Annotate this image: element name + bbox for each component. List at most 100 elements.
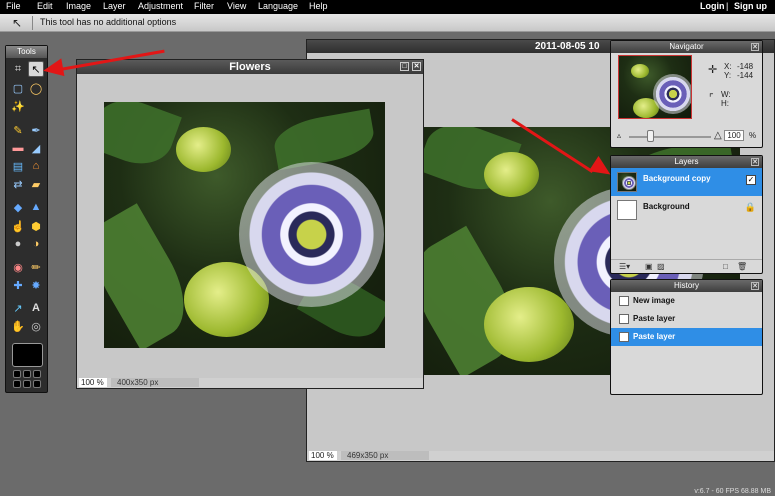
layer-thumbnail [617,172,637,192]
flowers-window-titlebar[interactable]: Flowers □ ✕ [77,60,423,74]
flowers-image-window[interactable]: Flowers □ ✕ 100 % 400x350 px [76,59,424,389]
magic-wand-icon[interactable]: ✨ [10,98,26,114]
drawing-tool-icon[interactable]: ▰ [28,176,44,192]
navigator-zoom-unit: % [749,131,757,140]
flowers-size-label: 400x350 px [111,378,199,387]
new-layer-icon[interactable]: □ [723,262,728,271]
bucket-tool-icon[interactable]: ◢ [28,140,44,156]
pencil-tool-icon[interactable]: ✎ [10,122,26,138]
delete-layer-icon[interactable]: 🗑 [737,262,747,271]
menu-bar: File Edit Image Layer Adjustment Filter … [0,0,775,14]
tools-panel-title: Tools [6,46,47,58]
marquee-tool-icon[interactable]: ▢ [10,80,26,96]
history-label: New image [633,296,675,305]
history-label: Paste layer [633,314,676,323]
history-item[interactable]: Paste layer [611,310,762,328]
sponge-tool-icon[interactable]: ⬢ [28,218,44,234]
zoom-tool-icon[interactable]: ◎ [28,318,44,334]
flowers-window-title: Flowers [229,61,271,73]
swatch-dot[interactable] [23,370,31,378]
red-eye-tool-icon[interactable]: ◉ [10,259,26,275]
navigator-x-label: X: [724,62,732,71]
menu-language[interactable]: Language [258,1,298,11]
background-zoom-input[interactable]: 100 % [309,451,337,460]
type-tool-icon[interactable]: A [28,300,44,316]
signup-link[interactable]: Sign up [734,1,767,11]
close-icon[interactable]: ✕ [412,62,421,71]
layer-thumbnail [617,200,637,220]
layer-style-icon[interactable]: ▣ [645,262,653,271]
navigator-title: Navigator ✕ [611,41,762,53]
color-swatch[interactable] [12,343,43,367]
burn-tool-icon[interactable]: ◑ [28,236,44,252]
swatch-dot[interactable] [23,380,31,388]
close-icon[interactable]: ✕ [751,282,759,290]
navigator-y-label: Y: [724,71,732,80]
options-divider [32,16,33,30]
navigator-x-value: -148 [737,62,754,71]
menu-help[interactable]: Help [309,1,328,11]
swatch-dot[interactable] [33,370,41,378]
navigator-w-label: W: [721,90,731,99]
swatch-dot[interactable] [13,370,21,378]
menu-layer[interactable]: Layer [103,1,126,11]
annotation-arrowhead [41,58,65,80]
layer-row[interactable]: Background 🔒 [611,196,762,224]
crosshair-icon: ✛ [708,64,718,76]
lock-icon: 🔒 [744,202,756,212]
layer-visible-checkbox[interactable]: ✓ [746,175,756,185]
menu-adjustment[interactable]: Adjustment [138,1,183,11]
swatch-dot[interactable] [13,380,21,388]
smudge-tool-icon[interactable]: ☝ [10,218,26,234]
dodge-tool-icon[interactable]: ● [10,236,26,252]
gradient-tool-icon[interactable]: ▤ [10,158,26,174]
pinch-tool-icon[interactable]: ✸ [28,277,44,293]
menu-edit[interactable]: Edit [37,1,53,11]
move-tool-icon: ↖ [12,16,23,30]
tool-options-bar: ↖ This tool has no additional options [0,14,775,32]
layers-panel: Layers ✕ Background copy ✓ Background 🔒 … [610,155,763,274]
maximize-icon[interactable]: □ [400,62,409,71]
layer-options-icon[interactable]: ☰▾ [619,262,630,271]
background-size-label: 469x350 px [341,451,429,460]
flowers-photo[interactable] [104,102,385,348]
layers-title: Layers ✕ [611,156,762,168]
spot-heal-icon[interactable]: ✚ [10,277,26,293]
flowers-window-statusbar: 100 % 400x350 px [77,378,423,388]
picker-tool-icon[interactable]: ↗ [10,300,26,316]
swatch-dot[interactable] [33,380,41,388]
menu-image[interactable]: Image [66,1,91,11]
navigator-thumbnail[interactable] [618,55,692,119]
brush-tool-icon[interactable]: ✒ [28,122,44,138]
menu-file[interactable]: File [6,1,21,11]
status-footer: v:6.7 - 60 FPS 68.88 MB [694,488,771,495]
flowers-zoom-input[interactable]: 100 % [79,378,107,387]
crop-tool-icon[interactable]: ⌗ [10,61,26,77]
navigator-zoom-input[interactable]: 100 [724,130,744,141]
zoom-out-icon[interactable]: ▵ [617,131,621,140]
history-item[interactable]: Paste layer [611,328,762,346]
eraser-tool-icon[interactable]: ▬ [10,140,26,156]
bloat-tool-icon[interactable]: ✏ [28,259,44,275]
stamp-tool-icon[interactable]: ⌂ [28,158,44,174]
history-item[interactable]: New image [611,292,762,310]
layers-toolbar: ☰▾ ▣ ▨ □ 🗑 [611,259,762,273]
lasso-tool-icon[interactable]: ◯ [28,80,44,96]
zoom-slider[interactable] [629,136,711,138]
close-icon[interactable]: ✕ [751,43,759,51]
color-replace-icon[interactable]: ⇄ [10,176,26,192]
history-step-icon [619,296,629,306]
layer-row[interactable]: Background copy ✓ [611,168,762,196]
layer-mask-icon[interactable]: ▨ [657,262,665,271]
blur-tool-icon[interactable]: ◆ [10,199,26,215]
history-step-icon [619,332,629,342]
zoom-slider-handle[interactable] [647,130,654,142]
sharpen-tool-icon[interactable]: ▲ [28,199,44,215]
menu-view[interactable]: View [227,1,246,11]
history-step-icon [619,314,629,324]
menu-filter[interactable]: Filter [194,1,214,11]
hand-tool-icon[interactable]: ✋ [10,318,26,334]
login-link[interactable]: Login [700,1,725,11]
zoom-in-icon[interactable]: △ [714,130,722,141]
close-icon[interactable]: ✕ [751,158,759,166]
